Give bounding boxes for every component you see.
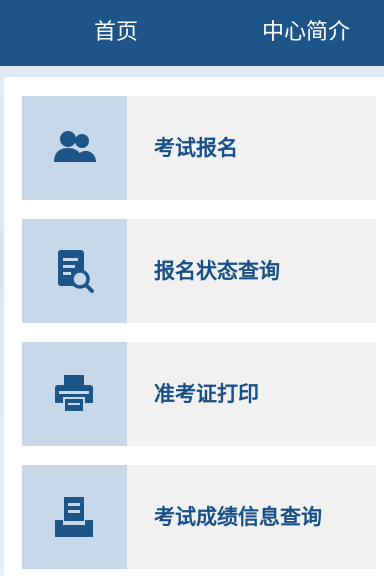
registration-status-query-label: 报名状态查询: [154, 259, 280, 283]
nav-center-intro-link[interactable]: 中心简介: [262, 18, 350, 48]
score-query-label: 考试成绩信息查询: [154, 505, 322, 529]
exam-registration-card[interactable]: 考试报名: [22, 96, 376, 200]
score-query-icon-tile: [22, 465, 127, 569]
printer-icon: [55, 375, 93, 413]
admission-ticket-print-card[interactable]: 准考证打印: [22, 342, 376, 446]
exam-registration-label: 考试报名: [154, 136, 238, 160]
document-search-icon: [58, 250, 94, 293]
nav-home-link[interactable]: 首页: [94, 18, 138, 48]
exam-registration-icon-tile: [22, 96, 127, 200]
admission-ticket-print-label: 准考证打印: [154, 382, 259, 406]
top-nav: 首页 中心简介: [0, 0, 384, 66]
registration-status-icon-tile: [22, 219, 127, 323]
score-query-card[interactable]: 考试成绩信息查询: [22, 465, 376, 569]
inbox-document-icon: [55, 497, 93, 537]
admission-ticket-icon-tile: [22, 342, 127, 446]
users-icon: [54, 131, 96, 162]
registration-status-query-card[interactable]: 报名状态查询: [22, 219, 376, 323]
